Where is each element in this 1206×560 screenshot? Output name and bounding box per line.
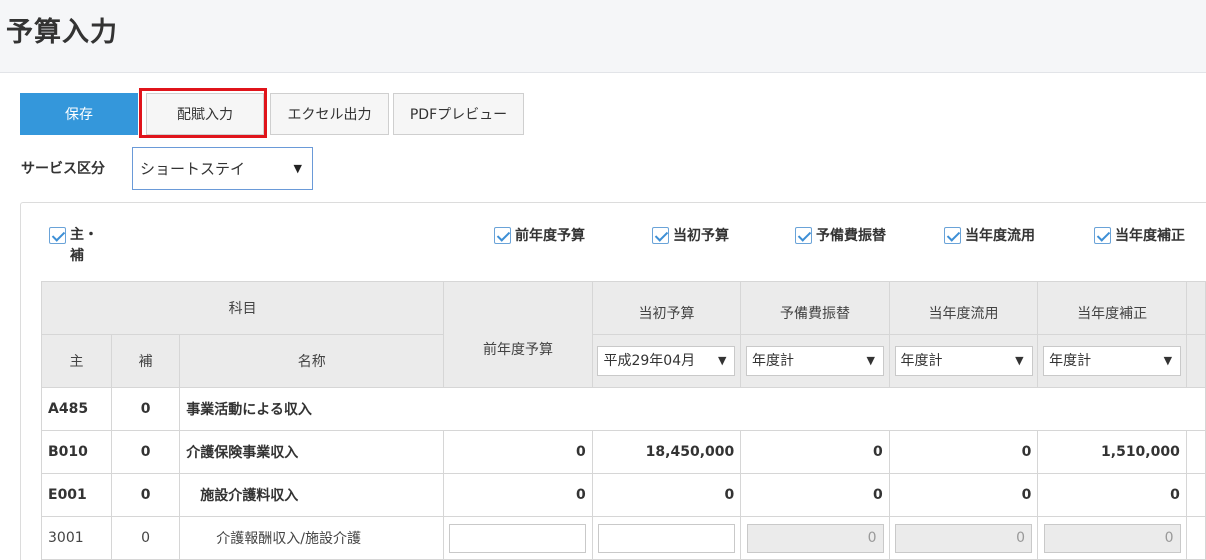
row-main-code: B010 bbox=[41, 430, 112, 474]
header-name: 名称 bbox=[179, 334, 445, 388]
checkbox-icon[interactable] bbox=[944, 227, 961, 244]
checkbox-main-sub-label: 主・補 bbox=[70, 227, 98, 264]
table-row: 3001 0 介護報酬収入/施設介護 0 0 0 bbox=[41, 516, 1206, 560]
diversion-input: 0 bbox=[895, 523, 1033, 553]
initial-period-value: 平成29年04月 bbox=[603, 353, 696, 369]
initial-input[interactable] bbox=[597, 523, 735, 553]
correction-period-value: 年度計 bbox=[1049, 353, 1092, 369]
checkbox-prev-year-label: 前年度予算 bbox=[515, 228, 585, 244]
chevron-down-icon: ▼ bbox=[866, 354, 876, 367]
header-subject: 科目 bbox=[40, 281, 445, 335]
haifu-input-button[interactable]: 配賦入力 bbox=[146, 93, 264, 135]
row-prev-year-cell bbox=[443, 516, 593, 560]
service-select-value: ショートステイ bbox=[140, 160, 246, 178]
checkbox-reserve-label: 予備費振替 bbox=[816, 228, 886, 244]
row-prev-year: 0 bbox=[443, 473, 593, 517]
checkbox-diversion[interactable]: 当年度流用 bbox=[944, 225, 1035, 245]
correction-period-select[interactable]: 年度計 ▼ bbox=[1043, 346, 1182, 376]
service-label: サービス区分 bbox=[21, 161, 105, 177]
header-main: 主 bbox=[41, 334, 112, 388]
header-correction: 当年度補正 bbox=[1037, 281, 1187, 335]
pdf-preview-button[interactable]: PDFプレビュー bbox=[393, 93, 524, 135]
save-button[interactable]: 保存 bbox=[20, 93, 138, 135]
reserve-period-select[interactable]: 年度計 ▼ bbox=[746, 346, 885, 376]
checkbox-main-sub[interactable]: 主・補 bbox=[49, 225, 109, 267]
page-title: 予算入力 bbox=[6, 17, 118, 48]
checkbox-diversion-label: 当年度流用 bbox=[965, 228, 1035, 244]
row-name: 介護保険事業収入 bbox=[179, 430, 445, 474]
service-select[interactable]: ショートステイ ▼ bbox=[132, 147, 313, 190]
checkbox-initial-label: 当初予算 bbox=[673, 228, 729, 244]
header-sub: 補 bbox=[110, 334, 181, 388]
budget-table: 科目 前年度予算 当初予算 予備費振替 当年度流用 当年度補正 主 補 名称 平… bbox=[40, 281, 1206, 560]
table-row: A485 0 事業活動による収入 bbox=[41, 387, 1206, 431]
row-name: 介護報酬収入/施設介護 bbox=[179, 516, 445, 560]
row-correction: 1,510,000 bbox=[1037, 430, 1187, 474]
chevron-down-icon: ▼ bbox=[293, 162, 302, 175]
checkbox-prev-year[interactable]: 前年度予算 bbox=[494, 225, 585, 245]
diversion-period-select[interactable]: 年度計 ▼ bbox=[894, 346, 1033, 376]
row-overflow bbox=[1185, 516, 1206, 560]
header-initial-select-cell: 平成29年04月 ▼ bbox=[591, 334, 742, 388]
header-initial: 当初予算 bbox=[591, 281, 742, 335]
header-prev-year: 前年度予算 bbox=[443, 281, 593, 388]
row-initial-cell bbox=[591, 516, 742, 560]
row-main-code: E001 bbox=[41, 473, 112, 517]
row-reserve-cell: 0 bbox=[740, 516, 890, 560]
chevron-down-icon: ▼ bbox=[1163, 354, 1173, 367]
checkbox-reserve[interactable]: 予備費振替 bbox=[795, 225, 886, 245]
table-row: B010 0 介護保険事業収入 0 18,450,000 0 0 1,510,0… bbox=[41, 430, 1206, 474]
reserve-period-value: 年度計 bbox=[752, 353, 795, 369]
excel-export-button[interactable]: エクセル出力 bbox=[270, 93, 389, 135]
row-sub-code: 0 bbox=[110, 387, 181, 431]
row-reserve: 0 bbox=[740, 430, 890, 474]
row-reserve: 0 bbox=[740, 473, 890, 517]
row-correction-cell: 0 bbox=[1037, 516, 1187, 560]
checkbox-icon[interactable] bbox=[652, 227, 669, 244]
row-correction: 0 bbox=[1037, 473, 1187, 517]
row-sub-code: 0 bbox=[110, 430, 181, 474]
header-diversion-select-cell: 年度計 ▼ bbox=[888, 334, 1039, 388]
row-overflow bbox=[1185, 473, 1206, 517]
row-name: 施設介護料収入 bbox=[179, 473, 445, 517]
prev-year-input[interactable] bbox=[449, 523, 587, 553]
checkbox-icon[interactable] bbox=[494, 227, 511, 244]
diversion-period-value: 年度計 bbox=[900, 353, 943, 369]
header-reserve-select-cell: 年度計 ▼ bbox=[740, 334, 890, 388]
row-name: 事業活動による収入 bbox=[179, 387, 1206, 431]
header-overflow bbox=[1185, 281, 1206, 335]
row-sub-code: 0 bbox=[110, 516, 181, 560]
title-bar: 予算入力 bbox=[0, 0, 1206, 73]
checkbox-icon[interactable] bbox=[795, 227, 812, 244]
header-reserve: 予備費振替 bbox=[740, 281, 890, 335]
row-diversion: 0 bbox=[888, 430, 1039, 474]
checkbox-icon[interactable] bbox=[1094, 227, 1111, 244]
row-main-code: 3001 bbox=[41, 516, 112, 560]
chevron-down-icon: ▼ bbox=[1015, 354, 1024, 367]
initial-period-select[interactable]: 平成29年04月 ▼ bbox=[597, 346, 736, 376]
header-correction-select-cell: 年度計 ▼ bbox=[1037, 334, 1187, 388]
row-main-code: A485 bbox=[41, 387, 112, 431]
checkbox-icon[interactable] bbox=[49, 227, 66, 244]
row-diversion-cell: 0 bbox=[888, 516, 1039, 560]
header-diversion: 当年度流用 bbox=[888, 281, 1039, 335]
table-row: E001 0 施設介護料収入 0 0 0 0 0 bbox=[41, 473, 1206, 517]
row-diversion: 0 bbox=[888, 473, 1039, 517]
row-initial: 0 bbox=[591, 473, 742, 517]
row-sub-code: 0 bbox=[110, 473, 181, 517]
correction-input: 0 bbox=[1043, 523, 1181, 553]
chevron-down-icon: ▼ bbox=[718, 354, 727, 367]
row-overflow bbox=[1185, 430, 1206, 474]
checkbox-initial[interactable]: 当初予算 bbox=[652, 225, 729, 245]
reserve-input: 0 bbox=[746, 523, 884, 553]
row-prev-year: 0 bbox=[443, 430, 593, 474]
header-overflow bbox=[1185, 334, 1206, 388]
row-initial: 18,450,000 bbox=[591, 430, 742, 474]
checkbox-correction-label: 当年度補正 bbox=[1115, 228, 1185, 244]
checkbox-correction[interactable]: 当年度補正 bbox=[1094, 225, 1185, 245]
